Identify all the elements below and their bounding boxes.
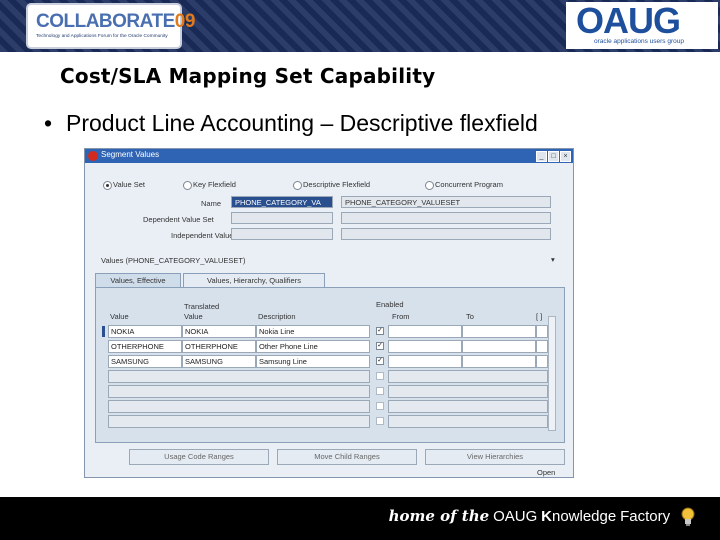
table-row-empty[interactable] [108, 370, 370, 383]
independent-value-label: Independent Value [171, 231, 234, 240]
table-row-enabled-checkbox[interactable] [376, 402, 384, 410]
slide-title: Cost/SLA Mapping Set Capability [60, 64, 436, 88]
col-head-description: Description [258, 312, 296, 321]
table-row-empty-range[interactable] [388, 415, 548, 428]
footer-knowledge-rest: nowledge [551, 508, 617, 525]
table-row-enabled-checkbox[interactable]: ✓ [376, 357, 384, 365]
window-titlebar: Segment Values _ □ × [85, 149, 573, 163]
table-row-to[interactable] [462, 355, 536, 368]
table-row-from[interactable] [388, 325, 462, 338]
footer-org: OAUG [493, 508, 538, 525]
table-row-value[interactable]: SAMSUNG [108, 355, 182, 368]
col-head-translated-value: Value [184, 312, 203, 321]
oaug-logo: OAUG oracle applications users group [566, 2, 718, 49]
oaug-logo-text: OAUG [576, 0, 681, 41]
name-input[interactable]: PHONE_CATEGORY_VA [231, 196, 333, 208]
radio-key-flexfield-label: Key Flexfield [193, 180, 236, 189]
name-label: Name [201, 199, 222, 208]
table-row-translated[interactable]: OTHERPHONE [182, 340, 256, 353]
values-grid: Value Translated Value Description Enabl… [95, 287, 565, 443]
radio-key-flexfield[interactable] [183, 181, 192, 190]
table-row-enabled-checkbox[interactable] [376, 387, 384, 395]
table-row-to[interactable] [462, 325, 536, 338]
table-row-value[interactable]: OTHERPHONE [108, 340, 182, 353]
table-row-value[interactable]: NOKIA [108, 325, 182, 338]
footer-knowledge-cap: K [541, 508, 552, 525]
close-icon[interactable]: × [560, 151, 571, 162]
radio-descriptive-flexfield-label: Descriptive Flexfield [303, 180, 371, 189]
table-row-description[interactable]: Nokia Line [256, 325, 370, 338]
oaug-logo-tagline: oracle applications users group [594, 38, 684, 45]
collaborate-logo-text: COLLABORATE09 [36, 11, 195, 32]
chevron-down-icon[interactable]: ▾ [551, 255, 555, 264]
table-row-enabled-checkbox[interactable]: ✓ [376, 342, 384, 350]
segment-values-window: Segment Values _ □ × Value Set Key Flexf… [84, 148, 574, 478]
window-title: Segment Values [101, 150, 160, 159]
footer-factory: Factory [620, 508, 671, 525]
footer-script-text: home of the [388, 507, 490, 525]
table-row-description[interactable]: Other Phone Line [256, 340, 370, 353]
radio-concurrent-program[interactable] [425, 181, 434, 190]
radio-value-set-label: Value Set [113, 180, 145, 189]
table-row-description[interactable]: Samsung Line [256, 355, 370, 368]
radio-concurrent-program-label: Concurrent Program [435, 180, 503, 189]
table-row-translated[interactable]: SAMSUNG [182, 355, 256, 368]
collaborate-logo-tagline: Technology and Applications Forum for th… [36, 34, 168, 39]
tab-values-hierarchy-qualifiers[interactable]: Values, Hierarchy, Qualifiers [183, 273, 325, 287]
table-row-empty[interactable] [108, 415, 370, 428]
table-row-empty-range[interactable] [388, 385, 548, 398]
table-row-flex[interactable] [536, 355, 548, 368]
bullet-glyph: • [44, 110, 53, 136]
values-section-bar [93, 253, 569, 265]
table-row-empty-range[interactable] [388, 370, 548, 383]
view-hierarchies-button[interactable]: View Hierarchies [425, 449, 565, 465]
col-head-from: From [392, 312, 410, 321]
table-row-empty-range[interactable] [388, 400, 548, 413]
oracle-app-icon [88, 151, 98, 161]
col-head-enabled: Enabled [376, 300, 404, 309]
footer-bar: home of the OAUG Knowledge Factory [0, 497, 720, 540]
footer-tagline: home of the OAUG Knowledge Factory [389, 507, 696, 527]
radio-descriptive-flexfield[interactable] [293, 181, 302, 190]
bullet-text: Product Line Accounting – Descriptive fl… [66, 110, 538, 136]
bullet-item: • Product Line Accounting – Descriptive f… [44, 110, 538, 137]
table-row-from[interactable] [388, 355, 462, 368]
col-head-value: Value [110, 312, 129, 321]
col-head-translated: Translated [184, 302, 220, 311]
tab-values-effective[interactable]: Values, Effective [95, 273, 181, 287]
name-description-input[interactable]: PHONE_CATEGORY_VALUESET [341, 196, 551, 208]
table-row-enabled-checkbox[interactable] [376, 417, 384, 425]
grid-vertical-scrollbar[interactable] [548, 316, 556, 431]
table-row-from[interactable] [388, 340, 462, 353]
table-row-enabled-checkbox[interactable] [376, 372, 384, 380]
lightbulb-icon [681, 507, 695, 527]
table-row-flex[interactable] [536, 325, 548, 338]
table-row-translated[interactable]: NOKIA [182, 325, 256, 338]
open-label: Open [537, 468, 556, 477]
maximize-icon[interactable]: □ [548, 151, 559, 162]
minimize-icon[interactable]: _ [536, 151, 547, 162]
radio-value-set[interactable] [103, 181, 112, 190]
table-row-empty[interactable] [108, 400, 370, 413]
independent-value-desc-input[interactable] [341, 228, 551, 240]
current-row-marker [102, 326, 105, 337]
header-banner: COLLABORATE09 Technology and Application… [0, 0, 720, 52]
move-child-ranges-button[interactable]: Move Child Ranges [277, 449, 417, 465]
dependent-value-set-desc-input[interactable] [341, 212, 551, 224]
dependent-value-set-input[interactable] [231, 212, 333, 224]
table-row-enabled-checkbox[interactable]: ✓ [376, 327, 384, 335]
usage-code-ranges-button[interactable]: Usage Code Ranges [129, 449, 269, 465]
collaborate-logo: COLLABORATE09 Technology and Application… [28, 5, 195, 47]
dependent-value-set-label: Dependent Value Set [143, 215, 214, 224]
independent-value-input[interactable] [231, 228, 333, 240]
table-row-to[interactable] [462, 340, 536, 353]
col-head-to: To [466, 312, 474, 321]
table-row-flex[interactable] [536, 340, 548, 353]
table-row-empty[interactable] [108, 385, 370, 398]
col-head-bracket: [ ] [536, 312, 543, 321]
